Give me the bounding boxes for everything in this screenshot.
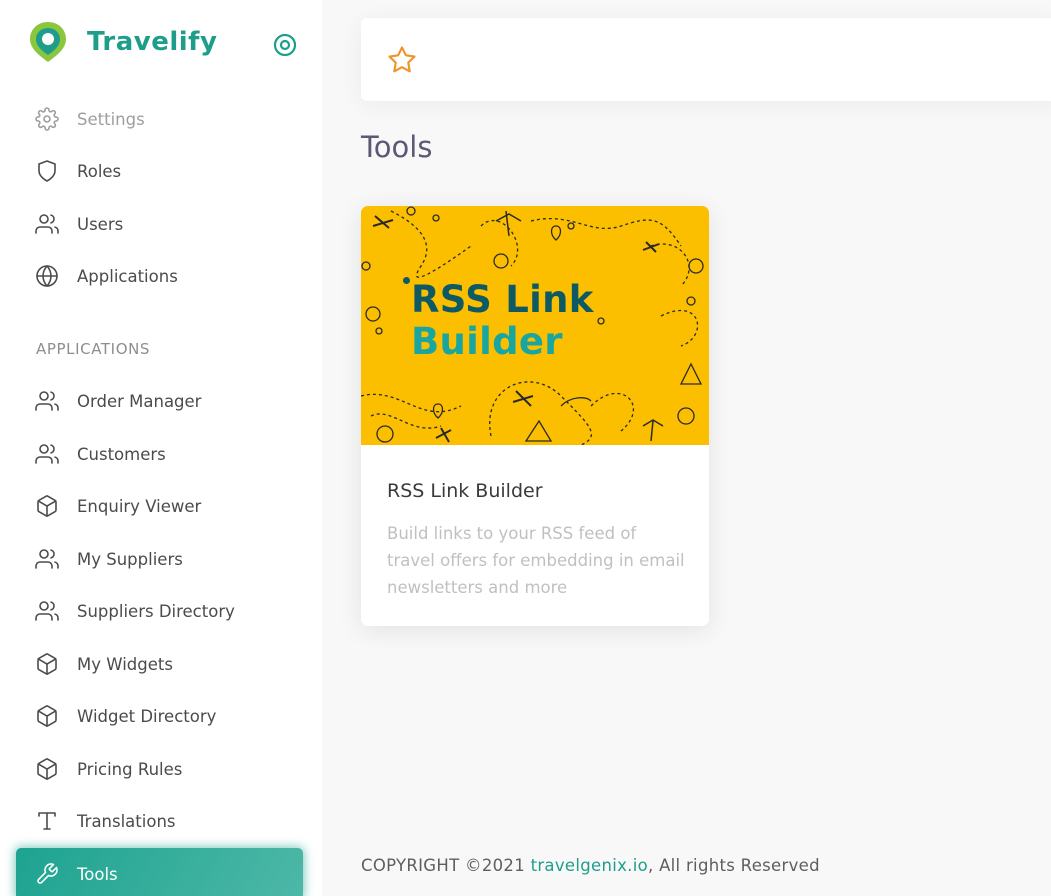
card-image-text-line1: RSS Link: [411, 278, 594, 321]
sidebar-item-label: My Suppliers: [77, 549, 183, 569]
globe-icon: [34, 264, 60, 288]
brand-name: Travelify: [87, 27, 218, 57]
sidebar-item-my-suppliers[interactable]: My Suppliers: [16, 537, 303, 581]
sidebar-item-customers[interactable]: Customers: [16, 432, 303, 476]
users-icon: [34, 442, 60, 466]
sidebar-item-label: My Widgets: [77, 654, 173, 674]
logo-icon: [30, 22, 66, 62]
type-icon: [34, 809, 60, 833]
tool-card-rss-link-builder[interactable]: RSS Link Builder RSS Link Builder Build …: [361, 206, 709, 626]
users-icon: [34, 547, 60, 571]
card-image: RSS Link Builder: [361, 206, 709, 445]
sidebar-item-suppliers-directory[interactable]: Suppliers Directory: [16, 589, 303, 633]
sidebar-item-label: Enquiry Viewer: [77, 496, 202, 516]
card-title: RSS Link Builder: [387, 480, 543, 502]
sidebar-item-settings[interactable]: Settings: [16, 97, 303, 141]
users-icon: [34, 389, 60, 413]
sidebar-item-translations[interactable]: Translations: [16, 799, 303, 843]
top-navbar: [361, 18, 1051, 101]
sidebar-item-applications[interactable]: Applications: [16, 254, 303, 298]
sidebar-item-label: Order Manager: [77, 391, 202, 411]
box-icon: [34, 704, 60, 728]
sidebar-item-label: Roles: [77, 161, 122, 181]
shield-icon: [34, 159, 60, 183]
footer-copyright: COPYRIGHT ©2021: [361, 856, 531, 875]
sidebar-item-enquiry-viewer[interactable]: Enquiry Viewer: [16, 484, 303, 528]
card-description: Build links to your RSS feed of travel o…: [387, 524, 685, 597]
sidebar-item-label: Suppliers Directory: [77, 601, 235, 621]
sidebar-item-my-widgets[interactable]: My Widgets: [16, 642, 303, 686]
sidebar-item-label: Translations: [77, 811, 176, 831]
sidebar-section-header: APPLICATIONS: [36, 340, 151, 358]
sidebar-item-label: Pricing Rules: [77, 759, 183, 779]
card-image-text-line2: Builder: [411, 320, 563, 363]
sidebar-item-tools[interactable]: Tools: [16, 848, 303, 896]
image-dot: [403, 277, 410, 284]
sidebar-item-label: Settings: [77, 109, 145, 129]
sidebar-item-label: Customers: [77, 444, 166, 464]
gear-icon: [34, 107, 60, 131]
users-icon: [34, 212, 60, 236]
sidebar-toggle-icon[interactable]: [273, 33, 297, 57]
sidebar-item-label: Applications: [77, 266, 178, 286]
footer-rights: , All rights Reserved: [647, 856, 820, 875]
sidebar-item-pricing-rules[interactable]: Pricing Rules: [16, 747, 303, 791]
sidebar-item-label: Widget Directory: [77, 706, 217, 726]
users-icon: [34, 599, 60, 623]
sidebar-item-order-manager[interactable]: Order Manager: [16, 379, 303, 423]
sidebar-item-widget-directory[interactable]: Widget Directory: [16, 694, 303, 738]
footer: COPYRIGHT ©2021 travelgenix.io, All righ…: [361, 856, 820, 875]
page-title: Tools: [361, 130, 433, 164]
brand[interactable]: Travelify: [28, 20, 217, 64]
sidebar-item-label: Users: [77, 214, 124, 234]
wrench-icon: [34, 862, 60, 886]
sidebar-item-roles[interactable]: Roles: [16, 149, 303, 193]
box-icon: [34, 494, 60, 518]
sidebar-item-label: Tools: [77, 864, 118, 884]
footer-link[interactable]: travelgenix.io: [531, 856, 648, 875]
box-icon: [34, 652, 60, 676]
sidebar-item-users[interactable]: Users: [16, 202, 303, 246]
star-icon[interactable]: [387, 45, 417, 75]
sidebar: Travelify Settings Roles Users Applicati…: [0, 0, 322, 896]
box-icon: [34, 757, 60, 781]
